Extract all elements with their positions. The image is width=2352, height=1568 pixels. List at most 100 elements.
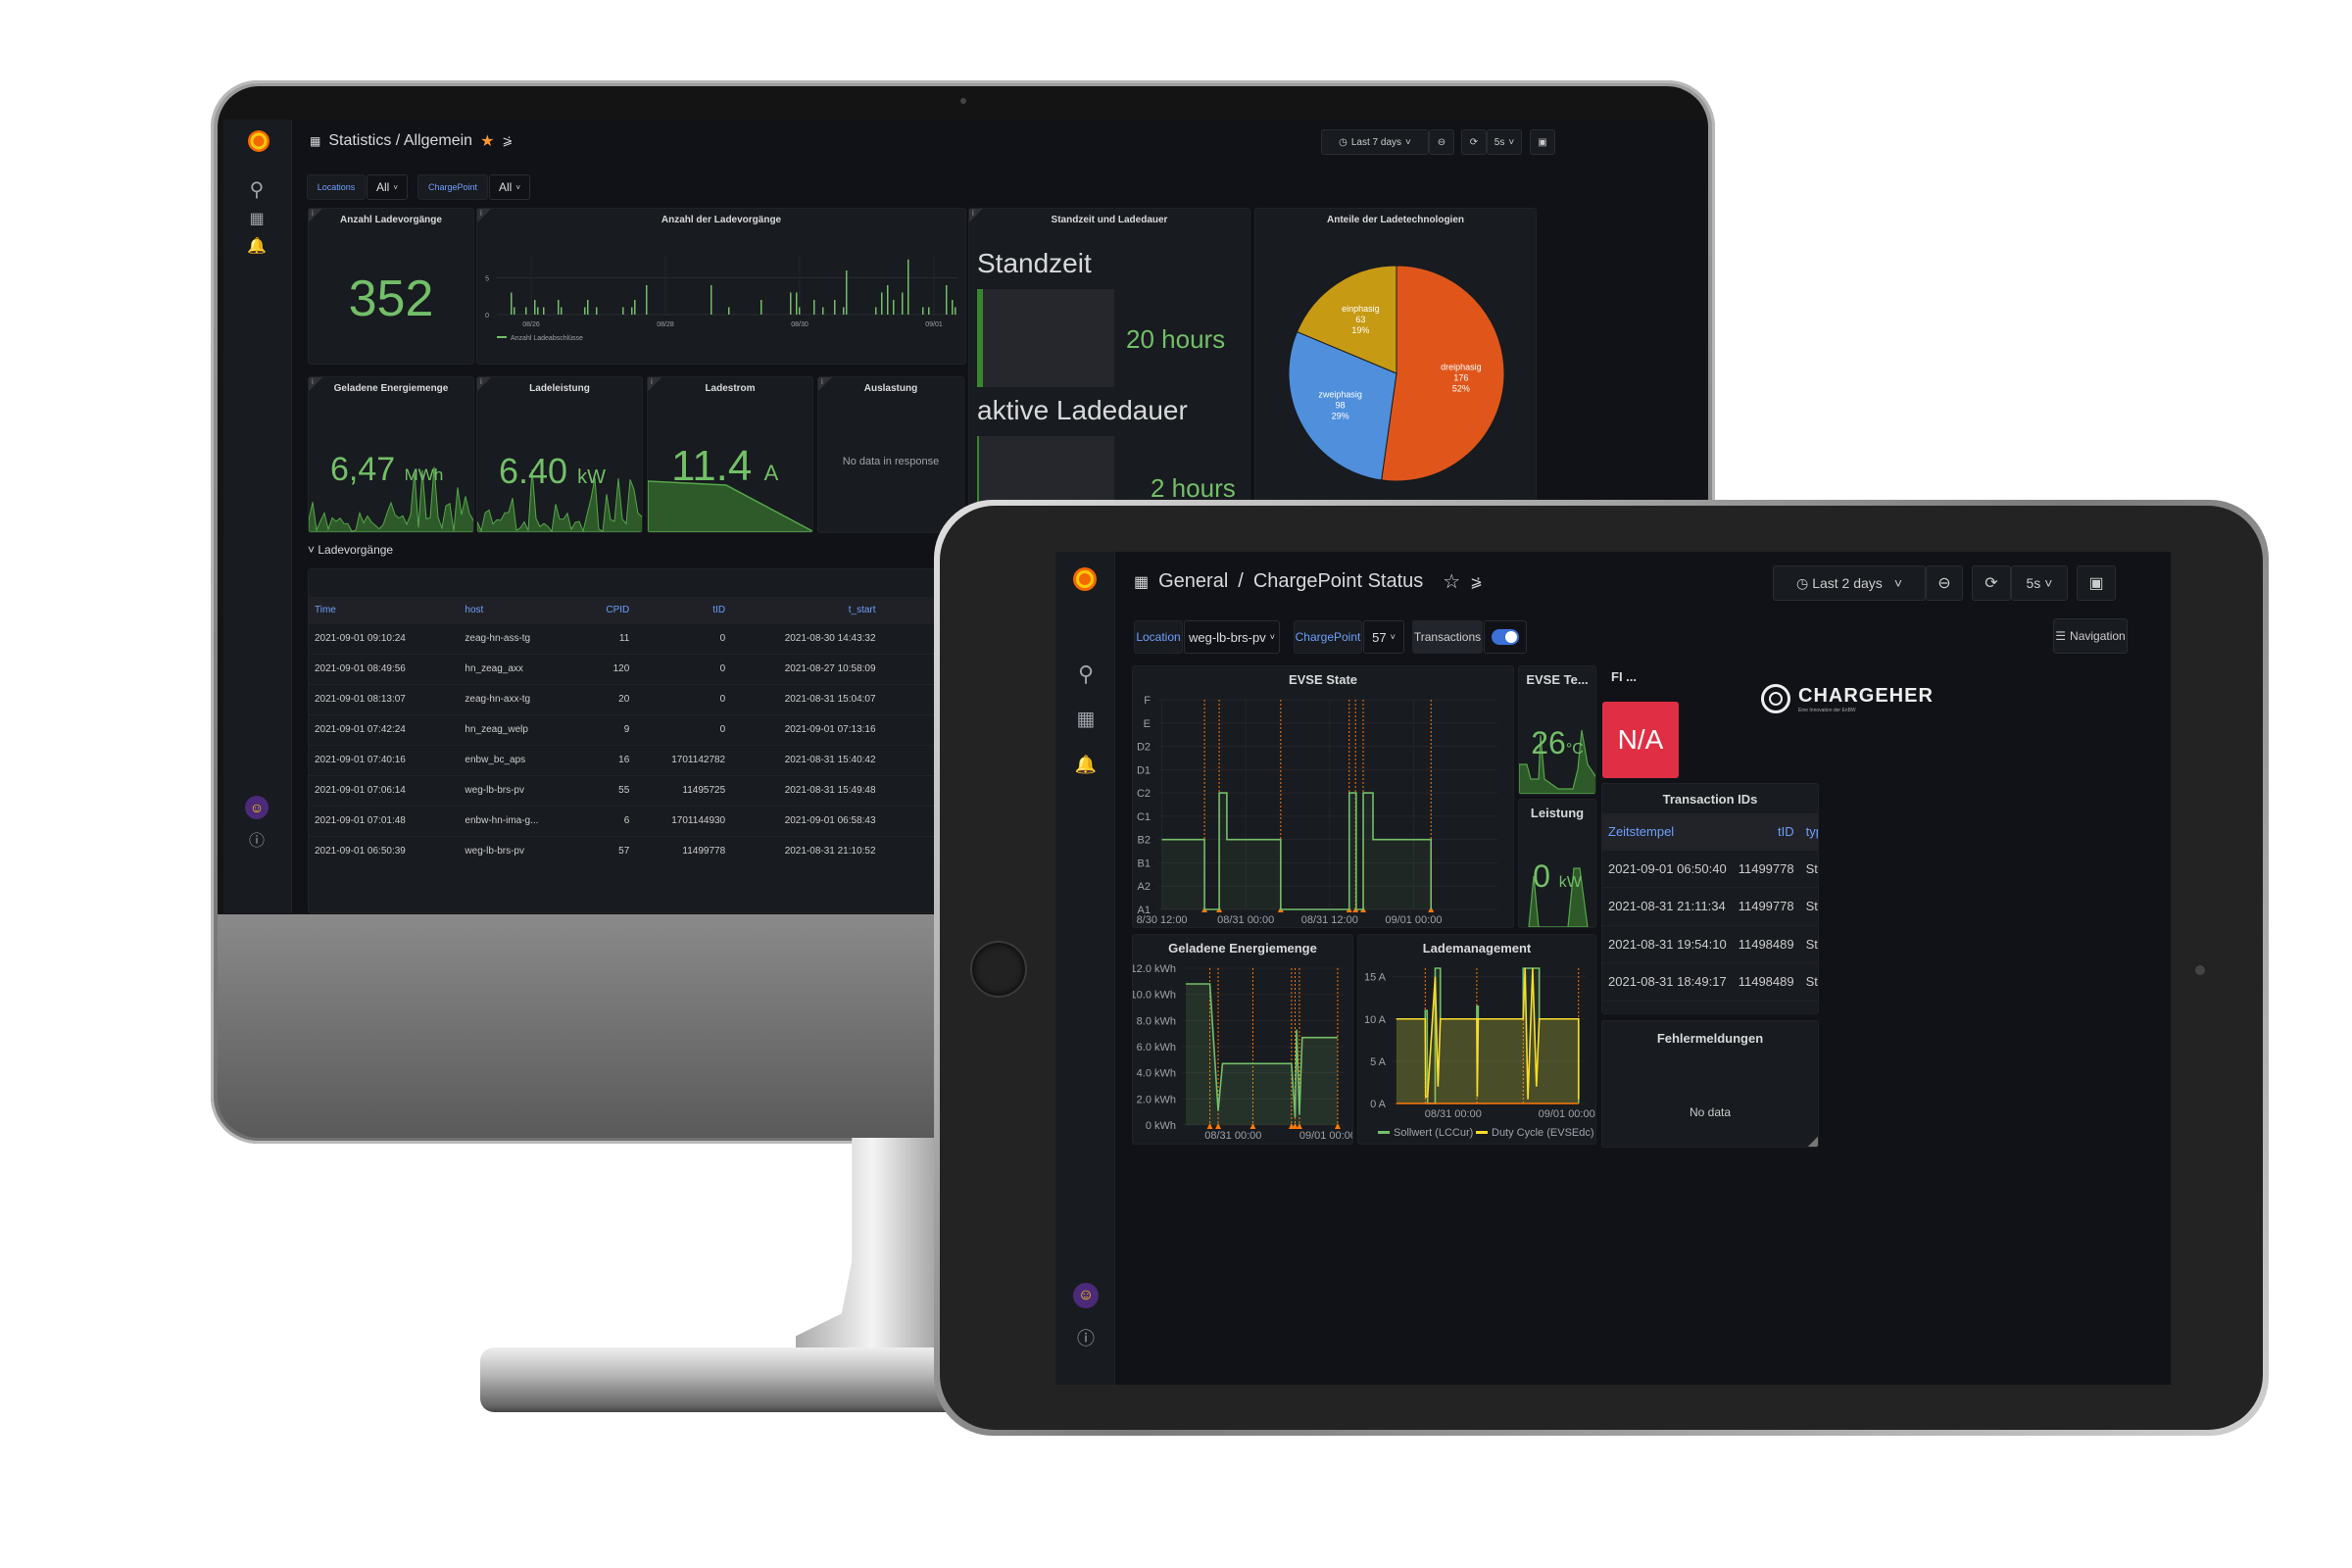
- column-header[interactable]: tID: [635, 597, 732, 623]
- tv-mode-button[interactable]: ▣: [1530, 129, 1555, 155]
- table-cell: hn_zeag_axx: [459, 653, 584, 684]
- bar: [952, 300, 954, 315]
- dashboard-title[interactable]: ChargePoint Status: [1253, 570, 1423, 593]
- table-row[interactable]: 2021-08-31 18:49:1711498489Start: [1602, 962, 1818, 1001]
- column-header[interactable]: CPID: [583, 597, 636, 623]
- y-tick-label: 4.0 kWh: [1137, 1068, 1176, 1080]
- variable-select-location[interactable]: weg-lb-brs-pv ˅: [1184, 620, 1280, 654]
- table-row[interactable]: 2021-09-01 08:13:07 zeag-hn-axx-tg 20 0 2021…: [309, 683, 1032, 714]
- dashboards-icon[interactable]: ▦: [245, 208, 269, 231]
- table-cell: zeag-hn-axx-tg: [459, 683, 584, 714]
- column-header[interactable]: t_start: [731, 597, 882, 623]
- bar: [537, 307, 539, 315]
- refresh-interval-picker[interactable]: 5s ˅: [2011, 565, 2068, 601]
- table-row[interactable]: 2021-08-31 06:56:4011487300Stop: [1602, 1000, 1818, 1013]
- chevron-down-icon: ˅: [1508, 136, 1515, 148]
- table-row[interactable]: 2021-08-31 19:54:1011498489Stop: [1602, 924, 1818, 963]
- x-tick-label: 08/31 12:00: [1301, 914, 1358, 926]
- refresh-icon: ⟳: [1469, 136, 1479, 148]
- variable-select-chargepoint[interactable]: All ˅: [489, 174, 530, 200]
- zoom-out-button[interactable]: ⊖: [1429, 129, 1454, 155]
- table-cell: 2021-08-31 15:40:42: [731, 744, 882, 775]
- dashboards-grid-icon: ▦: [310, 134, 321, 148]
- column-header[interactable]: Time: [309, 597, 460, 623]
- series-area: [1186, 984, 1338, 1125]
- user-avatar[interactable]: ☺: [1073, 1283, 1099, 1308]
- dashboards-icon[interactable]: ▦: [1073, 707, 1099, 732]
- alerting-bell-icon[interactable]: 🔔: [1073, 752, 1099, 777]
- column-header[interactable]: type: [1799, 813, 1818, 850]
- table-row[interactable]: 2021-08-31 21:11:3411499778Start: [1602, 887, 1818, 925]
- help-icon[interactable]: ⓘ: [1073, 1326, 1099, 1351]
- toggle-switch[interactable]: [1492, 629, 1519, 645]
- variable-label-location: Location: [1134, 620, 1183, 654]
- y-tick-label: 15 A: [1364, 972, 1387, 984]
- home-button[interactable]: [970, 941, 1027, 998]
- dashboard-title[interactable]: Statistics / Allgemein: [328, 132, 472, 150]
- table-cell: 55: [583, 774, 636, 806]
- monitor-icon: ▣: [2088, 575, 2104, 592]
- grafana-logo-icon[interactable]: [1069, 564, 1101, 595]
- evse-state-chart: A1A2B1B2C1C2D1D2EF8/30 12:00 08/31 00:00 0…: [1137, 695, 1497, 926]
- grafana-logo-icon[interactable]: [243, 125, 274, 157]
- column-header[interactable]: Zeitstempel: [1602, 813, 1733, 850]
- breadcrumb-folder[interactable]: General: [1158, 570, 1228, 593]
- pie-label: dreiphasig: [1441, 363, 1482, 372]
- transactions-toggle[interactable]: [1484, 620, 1527, 654]
- table-row[interactable]: 2021-09-01 07:01:48 enbw-hn-ima-g... 6 1701…: [309, 805, 1032, 836]
- resize-handle[interactable]: [1808, 1137, 1818, 1147]
- share-icon[interactable]: ⪂: [1470, 573, 1483, 591]
- legend-swatch: [1378, 1131, 1390, 1134]
- y-tick-label: F: [1144, 695, 1151, 707]
- bar: [922, 307, 924, 315]
- column-header[interactable]: host: [459, 597, 584, 623]
- star-icon[interactable]: ☆: [1443, 569, 1460, 594]
- table-row[interactable]: 2021-09-01 07:06:14 weg-lb-brs-pv 55 114957…: [309, 774, 1032, 806]
- help-icon[interactable]: ⓘ: [245, 830, 269, 854]
- bar: [846, 270, 848, 315]
- table-cell: 2021-09-01 07:06:14: [309, 774, 460, 806]
- navigation-button[interactable]: ☰ Navigation: [2053, 618, 2128, 654]
- x-tick-label: 08/30: [791, 321, 808, 328]
- bar: [760, 300, 762, 315]
- table-row[interactable]: 2021-09-01 08:49:56 hn_zeag_axx 120 0 2021-0…: [309, 653, 1032, 684]
- clock-icon: ◷: [1795, 574, 1809, 591]
- no-data-message: No data in response: [842, 456, 940, 467]
- x-tick-label: 08/31 00:00: [1425, 1108, 1482, 1120]
- table-cell: Start: [1799, 887, 1818, 925]
- alerting-bell-icon[interactable]: 🔔: [245, 235, 269, 259]
- leistung-value: 0 kW: [1533, 858, 1582, 894]
- power-value: 6.40 kW: [499, 451, 606, 491]
- table-row[interactable]: 2021-09-01 06:50:39 weg-lb-brs-pv 57 114997…: [309, 835, 1032, 866]
- search-icon[interactable]: ⚲: [1073, 662, 1099, 687]
- panel-leistung: Leistung 0 kW: [1518, 799, 1596, 928]
- y-tick-label: 6.0 kWh: [1137, 1042, 1176, 1054]
- table-cell: Stop: [1799, 924, 1818, 963]
- bar: [622, 307, 624, 315]
- star-icon[interactable]: ★: [480, 131, 494, 151]
- refresh-button[interactable]: ⟳: [1461, 129, 1487, 155]
- zoom-out-button[interactable]: ⊖: [1926, 565, 1963, 601]
- variable-select-locations[interactable]: All ˅: [367, 174, 408, 200]
- panel-transactions: Transaction IDs ZeitstempeltIDtype 2021-…: [1601, 783, 1819, 1014]
- chevron-down-icon: ˅: [393, 182, 398, 192]
- table-row[interactable]: 2021-09-01 07:40:16 enbw_bc_aps 16 17011427…: [309, 744, 1032, 775]
- sidebar: ⚲ ▦ 🔔 ☺ ⓘ: [223, 120, 292, 913]
- table-cell: 2021-09-01 06:58:43: [731, 805, 882, 836]
- table-row[interactable]: 2021-09-01 06:50:4011499778Stop: [1602, 849, 1818, 888]
- row-ladevorgaenge[interactable]: ˅ Ladevorgänge: [308, 543, 393, 557]
- refresh-button[interactable]: ⟳: [1972, 565, 2011, 601]
- column-header[interactable]: tID: [1732, 813, 1800, 850]
- table-row[interactable]: 2021-09-01 09:10:24 zeag-hn-ass-tg 11 0 2021…: [309, 622, 1032, 654]
- table-row[interactable]: 2021-09-01 07:42:24 hn_zeag_welp 9 0 2021-09…: [309, 713, 1032, 745]
- time-range-picker[interactable]: ◷ Last 7 days ˅: [1321, 129, 1429, 155]
- share-icon[interactable]: ⪂: [502, 133, 513, 149]
- search-icon[interactable]: ⚲: [245, 178, 269, 202]
- pie-percent-label: 29%: [1332, 412, 1349, 421]
- time-range-picker[interactable]: ◷ Last 2 days ˅: [1773, 565, 1926, 601]
- tv-mode-button[interactable]: ▣: [2077, 565, 2116, 601]
- table-cell: 2021-08-27 10:58:09: [731, 653, 882, 684]
- refresh-interval-picker[interactable]: 5s ˅: [1487, 129, 1522, 155]
- variable-select-chargepoint[interactable]: 57 ˅: [1363, 620, 1404, 654]
- user-avatar[interactable]: ☺: [245, 796, 269, 819]
